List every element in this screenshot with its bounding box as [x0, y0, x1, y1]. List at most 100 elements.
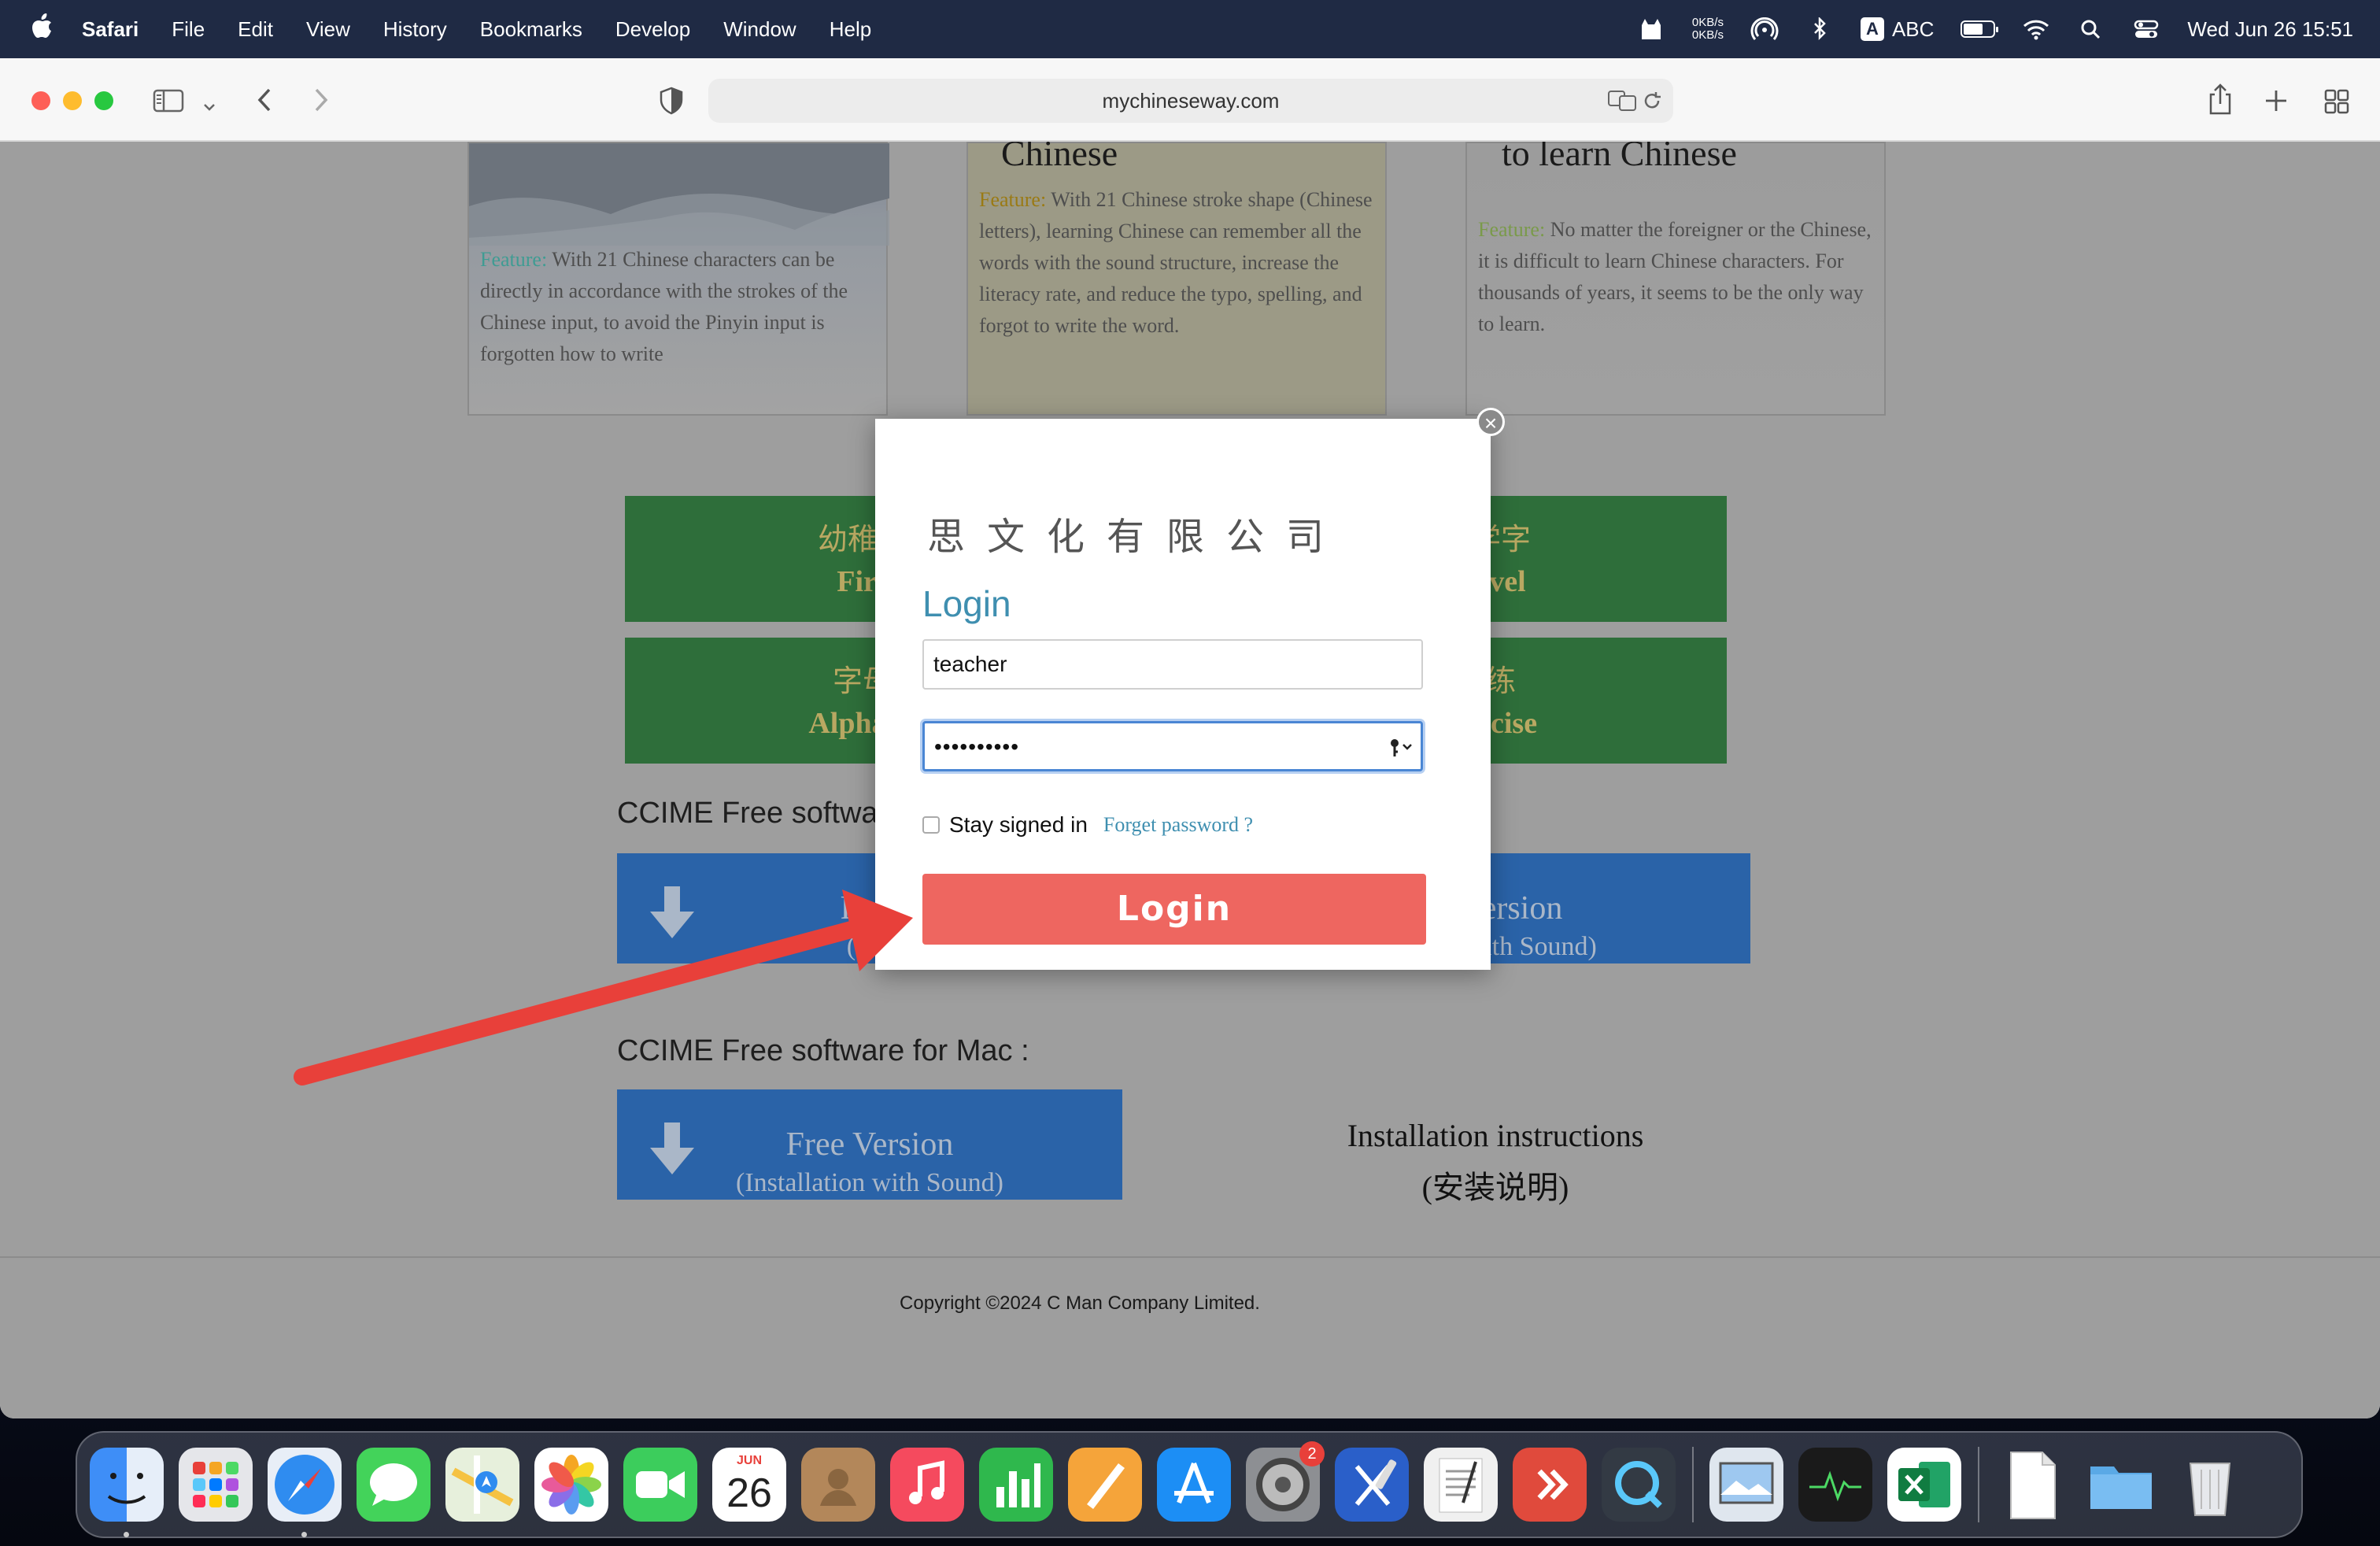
feature-card-1: Feature: With 21 Chinese characters can … — [468, 142, 889, 416]
remote-desktop-icon[interactable] — [1513, 1448, 1587, 1522]
installation-instructions-en: Installation instructions — [1347, 1118, 1644, 1153]
battery-icon[interactable] — [1961, 20, 1999, 38]
back-button[interactable] — [253, 87, 277, 118]
maps-icon[interactable] — [445, 1448, 519, 1522]
annotation-arrow — [294, 890, 913, 1086]
installation-instructions-link[interactable]: Installation instructions (安装说明) — [1259, 1110, 1731, 1214]
mountain-painting-image — [469, 143, 889, 246]
bluetooth-icon[interactable] — [1805, 16, 1834, 41]
forget-password-link[interactable]: Forget password ? — [1103, 813, 1253, 837]
download-mac-line1: Free Version — [785, 1126, 954, 1163]
footer-divider — [0, 1256, 2380, 1258]
privacy-shield-icon[interactable] — [658, 87, 685, 120]
quicktime-icon[interactable] — [1602, 1448, 1676, 1522]
music-icon[interactable] — [890, 1448, 964, 1522]
login-button[interactable]: Login — [922, 874, 1426, 945]
feature-card-3-title: to learn Chinese — [1502, 142, 1737, 173]
stay-signed-in-checkbox[interactable] — [922, 816, 940, 834]
preview-icon[interactable] — [1709, 1448, 1783, 1522]
dock: JUN 26 2 — [76, 1431, 2303, 1538]
menu-bookmarks[interactable]: Bookmarks — [480, 17, 582, 42]
installation-instructions-cn: (安装说明) — [1421, 1170, 1569, 1205]
contacts-icon[interactable] — [801, 1448, 875, 1522]
share-icon[interactable] — [2207, 83, 2234, 120]
feature-label: Feature: — [979, 188, 1047, 211]
forward-button[interactable] — [309, 87, 332, 118]
new-tab-icon[interactable] — [2264, 88, 2289, 118]
menu-bar: Safari File Edit View History Bookmarks … — [0, 0, 2380, 58]
airdrop-icon[interactable] — [1750, 17, 1779, 41]
shell-script-icon[interactable] — [1995, 1448, 2069, 1522]
photos-icon[interactable] — [534, 1448, 608, 1522]
minimize-window-button[interactable] — [63, 91, 82, 110]
menu-window[interactable]: Window — [723, 17, 796, 42]
menu-view[interactable]: View — [306, 17, 350, 42]
trash-icon[interactable] — [2173, 1448, 2247, 1522]
copyright-text: Copyright ©2024 C Man Company Limited. — [900, 1293, 1260, 1314]
cat-status-icon[interactable] — [1637, 17, 1665, 41]
menu-file[interactable]: File — [172, 17, 205, 42]
activity-monitor-icon[interactable] — [1798, 1448, 1872, 1522]
messages-icon[interactable] — [357, 1448, 431, 1522]
menubar-clock[interactable]: Wed Jun 26 15:51 — [2187, 17, 2353, 42]
calendar-icon[interactable]: JUN 26 — [712, 1448, 786, 1522]
textedit-icon[interactable] — [1424, 1448, 1498, 1522]
folder-icon[interactable] — [2084, 1448, 2158, 1522]
net-down: 0KB/s — [1691, 28, 1724, 42]
password-key-icon[interactable] — [1389, 723, 1413, 775]
window-controls — [31, 91, 113, 110]
menu-edit[interactable]: Edit — [238, 17, 273, 42]
feature-card-2-text: Feature: With 21 Chinese stroke shape (C… — [979, 184, 1385, 342]
chevron-down-icon[interactable] — [201, 93, 217, 120]
safari-icon[interactable] — [268, 1448, 342, 1537]
pages-icon[interactable] — [1068, 1448, 1142, 1522]
menu-help[interactable]: Help — [830, 17, 871, 42]
close-dialog-button[interactable]: × — [1476, 408, 1505, 436]
stay-signed-in-label[interactable]: Stay signed in — [949, 812, 1088, 838]
numbers-icon[interactable] — [979, 1448, 1053, 1522]
menu-app-safari[interactable]: Safari — [82, 17, 139, 42]
feature-card-2-title: Chinese — [1001, 142, 1118, 173]
system-settings-icon[interactable]: 2 — [1246, 1441, 1325, 1522]
menu-develop[interactable]: Develop — [615, 17, 690, 42]
url-text: mychineseway.com — [1102, 89, 1280, 113]
translate-icon[interactable] — [1607, 79, 1637, 128]
apple-menu-icon[interactable] — [30, 13, 57, 46]
login-heading: Login — [922, 583, 1011, 624]
feature-card-2: Chinese Feature: With 21 Chinese stroke … — [966, 142, 1387, 416]
zoom-window-button[interactable] — [94, 91, 113, 110]
launchpad-icon[interactable] — [179, 1448, 253, 1522]
settings-badge: 2 — [1299, 1441, 1325, 1466]
password-field[interactable]: •••••••••• — [922, 721, 1423, 771]
feature-card-3: to learn Chinese Feature: No matter the … — [1465, 142, 1886, 416]
dock-separator — [1978, 1447, 1979, 1522]
input-source[interactable]: A ABC — [1860, 17, 1935, 42]
input-source-label: ABC — [1891, 17, 1935, 41]
username-field[interactable]: teacher — [922, 639, 1423, 690]
login-dialog: 思文化有限公司 Login teacher •••••••••• Stay si… — [875, 419, 1491, 970]
tab-overview-icon[interactable] — [2323, 88, 2350, 120]
excel-icon[interactable] — [1887, 1448, 1961, 1522]
address-bar[interactable]: mychineseway.com — [708, 79, 1673, 123]
app-store-icon[interactable] — [1157, 1448, 1231, 1522]
wifi-icon[interactable] — [2022, 17, 2050, 41]
browser-toolbar: mychineseway.com — [0, 58, 2380, 142]
windows-software-heading: CCIME Free softwa — [617, 797, 878, 830]
xcode-icon[interactable] — [1335, 1448, 1409, 1522]
close-window-button[interactable] — [31, 91, 50, 110]
search-icon[interactable] — [2077, 17, 2105, 41]
reload-icon[interactable] — [1642, 79, 1662, 127]
network-speed[interactable]: 0KB/s 0KB/s — [1692, 17, 1724, 42]
calendar-month: JUN — [736, 1454, 762, 1467]
dock-separator — [1692, 1447, 1694, 1522]
feature-label: Feature: — [1478, 218, 1546, 241]
feature-card-1-text: Feature: With 21 Chinese characters can … — [480, 244, 889, 370]
sidebar-toggle-icon[interactable] — [153, 88, 184, 118]
menu-history[interactable]: History — [383, 17, 447, 42]
control-center-icon[interactable] — [2132, 17, 2160, 41]
feature-card-3-text: Feature: No matter the foreigner or the … — [1478, 214, 1884, 340]
finder-icon[interactable] — [90, 1448, 164, 1537]
input-source-icon: A — [1860, 17, 1884, 41]
facetime-icon[interactable] — [623, 1448, 697, 1522]
net-up: 0KB/s — [1691, 16, 1724, 29]
